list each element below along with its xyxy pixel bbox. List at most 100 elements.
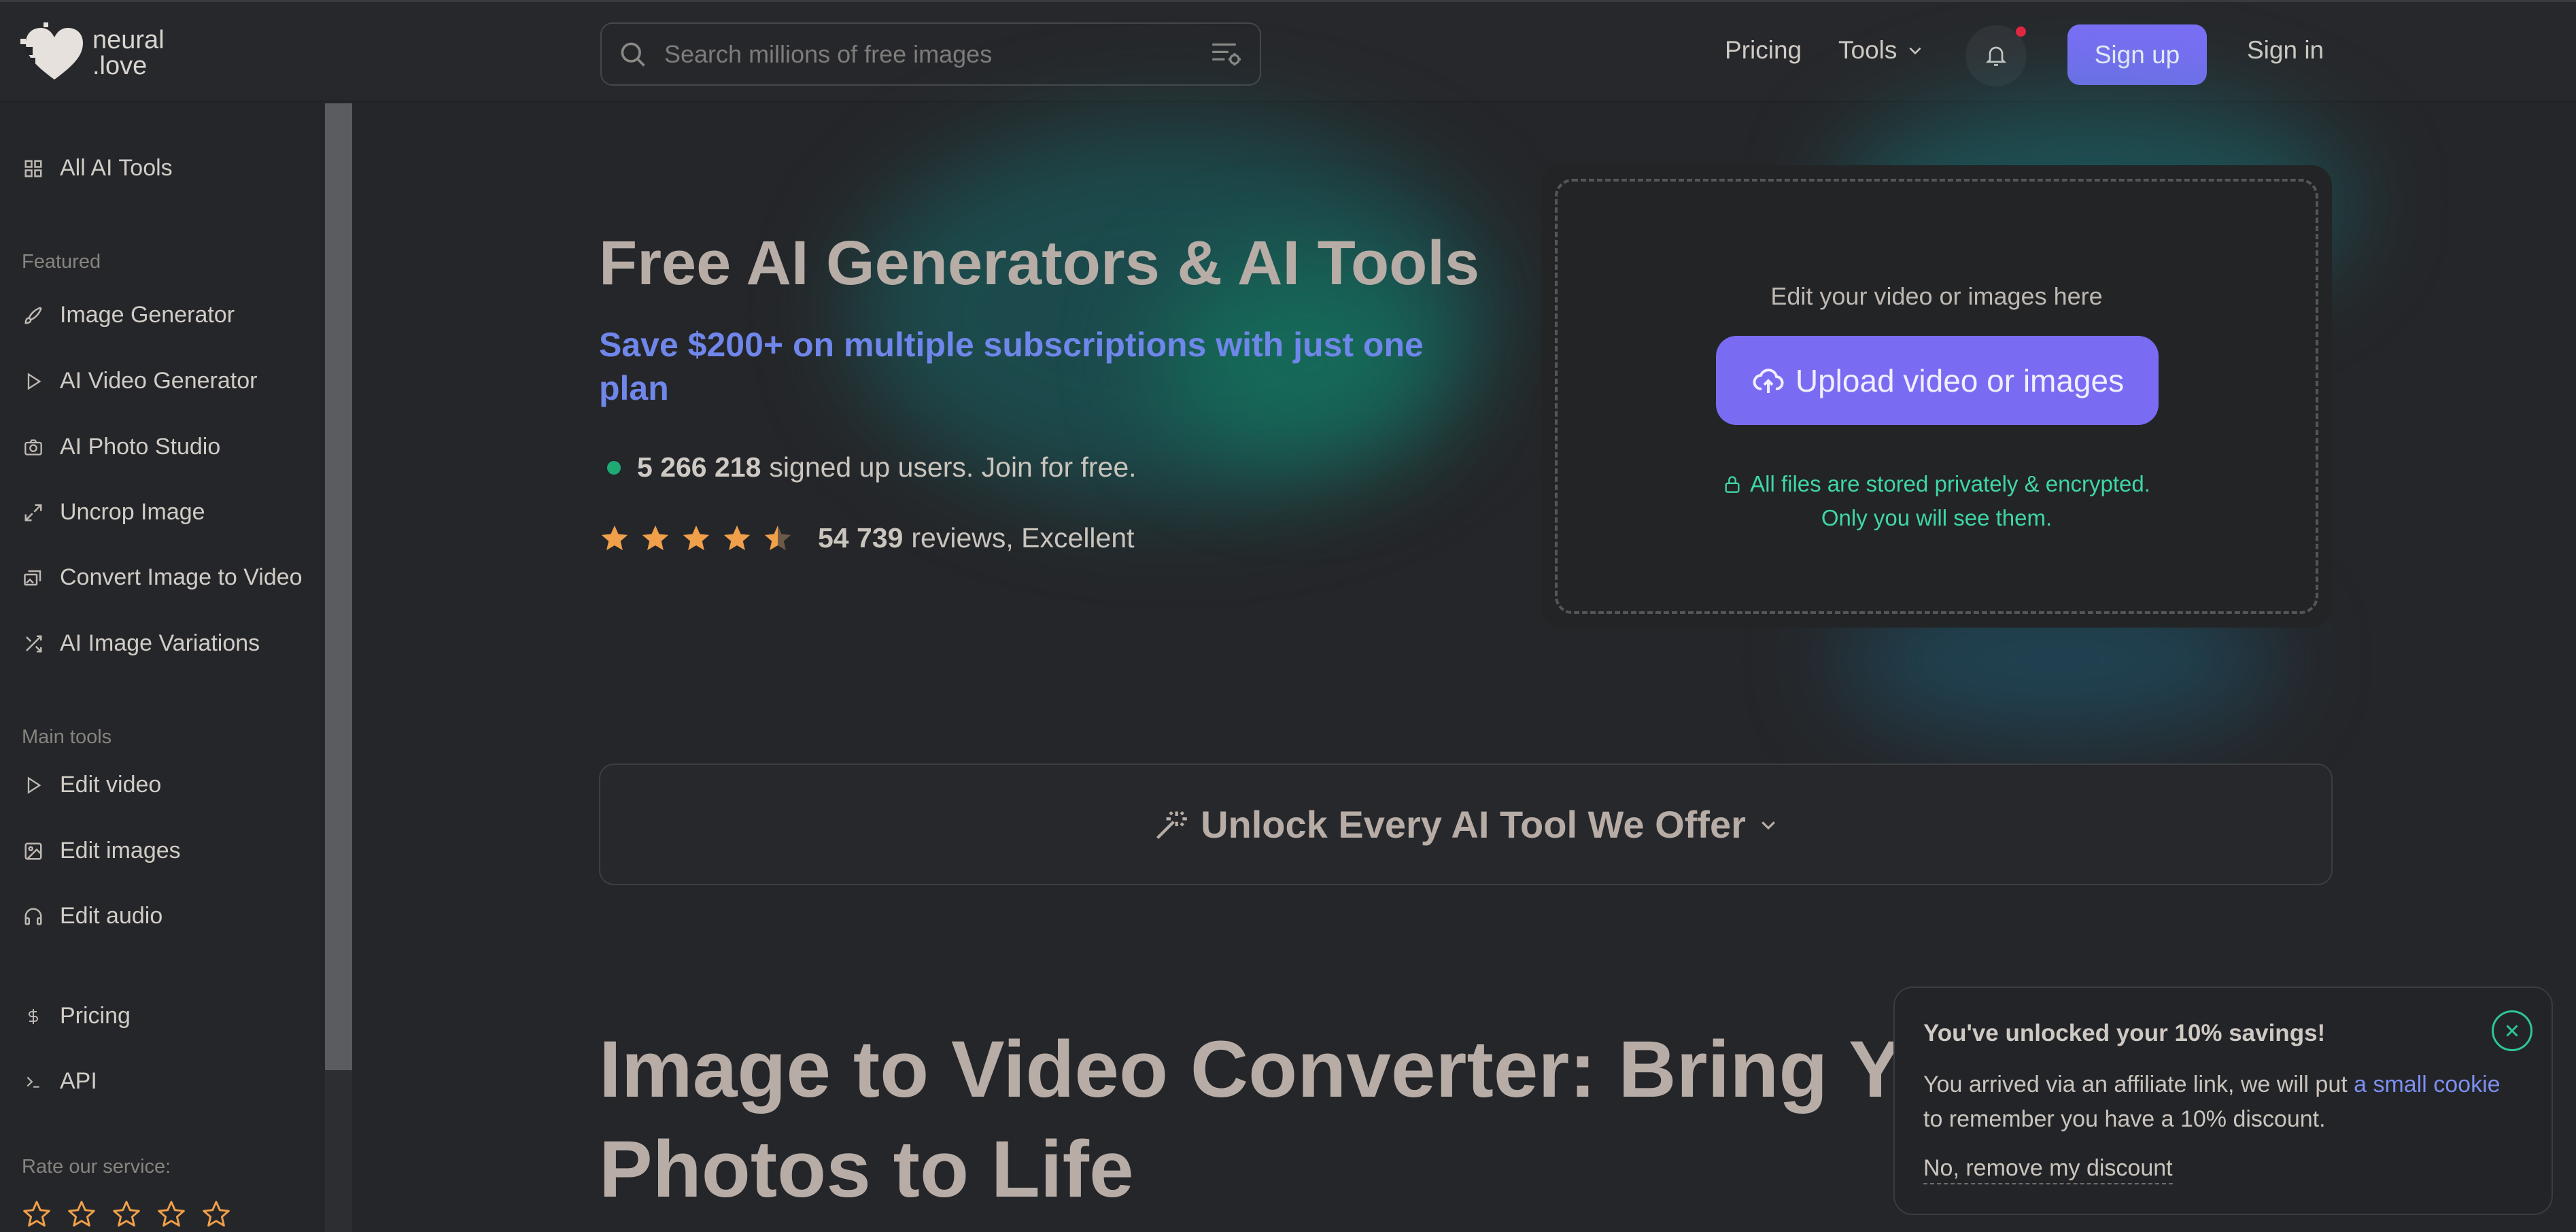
sign-in-link[interactable]: Sign in [2247, 36, 2324, 65]
search-input[interactable] [663, 39, 1211, 69]
sidebar-item-label: All AI Tools [60, 155, 173, 181]
magic-wand-icon [1156, 810, 1187, 839]
sidebar-item-label: Pricing [60, 1003, 131, 1029]
search-filter-icon[interactable] [1211, 41, 1243, 68]
sidebar-item-label: Uncrop Image [60, 499, 205, 525]
sidebar-item-ai-photo-studio[interactable]: AI Photo Studio [22, 434, 220, 460]
nav-pricing-link[interactable]: Pricing [1725, 36, 1802, 65]
sidebar-item-edit-video[interactable]: Edit video [22, 772, 161, 798]
upload-dropzone[interactable]: Edit your video or images here Upload vi… [1555, 179, 2318, 614]
sidebar-item-label: Image Generator [60, 302, 235, 328]
sidebar-item-label: Edit video [60, 772, 162, 798]
logo-word-love: .love [92, 52, 148, 80]
sidebar-item-uncrop-image[interactable]: Uncrop Image [22, 499, 205, 526]
star-icon[interactable] [22, 1199, 52, 1229]
unlock-label: Unlock Every AI Tool We Offer [1201, 803, 1746, 846]
remove-discount-link[interactable]: No, remove my discount [1923, 1155, 2173, 1184]
sidebar-item-label: Edit images [60, 838, 181, 863]
search-box [600, 22, 1261, 86]
sidebar-item-ai-video-generator[interactable]: AI Video Generator [22, 368, 257, 394]
rate-stars [22, 1199, 231, 1229]
star-icon [683, 525, 710, 550]
headphones-icon [24, 908, 42, 925]
sidebar-item-pricing[interactable]: Pricing [22, 1003, 131, 1029]
sidebar-item-label: API [60, 1068, 97, 1094]
star-icon [642, 525, 669, 550]
star-icon [723, 525, 751, 550]
sidebar-item-image-generator[interactable]: Image Generator [22, 302, 235, 328]
upload-button[interactable]: Upload video or images [1716, 336, 2159, 425]
sidebar-item-convert-image-to-video[interactable]: Convert Image to Video [22, 564, 303, 591]
rating-stars [599, 523, 793, 554]
toast-title: You've unlocked your 10% savings! [1923, 1020, 2326, 1046]
upload-card: Edit your video or images here Upload vi… [1541, 165, 2332, 628]
lock-icon [1725, 476, 1740, 493]
top-header: neural .love Pricing Tools Sign up Sign … [0, 2, 2576, 102]
privacy-note: All files are stored privately & encrypt… [1558, 467, 2316, 535]
nav-tools-label: Tools [1838, 36, 1897, 64]
play-icon [27, 776, 41, 794]
logo-word-neural: neural [92, 26, 165, 54]
nav-tools-dropdown[interactable]: Tools [1838, 36, 1924, 65]
sidebar-item-label: AI Video Generator [60, 368, 258, 394]
online-dot [607, 460, 621, 475]
heart-logo-icon [20, 22, 83, 80]
grid-icon [24, 160, 42, 177]
image-video-icon [24, 570, 41, 585]
bell-icon [1985, 46, 2007, 66]
users-count: 5 266 218 [637, 451, 761, 483]
search-icon [621, 42, 645, 67]
sidebar-rate-label: Rate our service: [22, 1156, 171, 1178]
background-glow [850, 122, 1496, 503]
dollar-icon [29, 1008, 38, 1024]
cloud-upload-icon [1753, 368, 1784, 393]
sidebar-item-ai-image-variations[interactable]: AI Image Variations [22, 630, 260, 657]
close-icon [2506, 1025, 2518, 1037]
privacy-line-1: All files are stored privately & encrypt… [1750, 471, 2150, 496]
small-cookie-link[interactable]: a small cookie [2354, 1072, 2500, 1097]
terminal-icon [27, 1076, 39, 1088]
star-icon[interactable] [201, 1199, 231, 1229]
toast-body-text: You arrived via an affiliate link, we wi… [1923, 1072, 2354, 1097]
sidebar-item-label: AI Photo Studio [60, 434, 221, 460]
signed-up-users: 5 266 218 signed up users. Join for free… [599, 451, 1137, 483]
sidebar-section-main-tools: Main tools [22, 726, 112, 748]
discount-toast: You've unlocked your 10% savings! You ar… [1893, 987, 2553, 1215]
sign-up-button[interactable]: Sign up [2067, 24, 2207, 85]
toast-close-button[interactable] [2492, 1010, 2532, 1051]
toast-body-text: to remember you have a 10% discount. [1923, 1106, 2326, 1132]
sidebar-scrollbar-thumb[interactable] [325, 103, 352, 1070]
play-icon [27, 372, 41, 390]
sidebar-section-featured: Featured [22, 251, 101, 273]
sidebar-item-edit-images[interactable]: Edit images [22, 838, 181, 864]
shuffle-icon [26, 635, 42, 652]
star-icon[interactable] [67, 1199, 97, 1229]
hero-subtitle: Save $200+ on multiple subscriptions wit… [599, 326, 1424, 407]
star-icon [601, 525, 628, 550]
image-icon [24, 842, 42, 859]
logo[interactable]: neural .love [20, 22, 165, 84]
unlock-tools-toggle[interactable]: Unlock Every AI Tool We Offer [599, 764, 2333, 885]
reviews-count: 54 739 [818, 522, 904, 553]
hero-title: Free AI Generators & AI Tools [599, 228, 1480, 298]
users-text: signed up users. Join for free. [769, 451, 1137, 483]
sidebar-item-label: Convert Image to Video [60, 564, 303, 590]
brush-icon [24, 306, 42, 324]
star-icon [764, 525, 791, 550]
section-title: Image to Video Converter: Bring Your Pho… [599, 1025, 2026, 1214]
sidebar-item-api[interactable]: API [22, 1068, 97, 1095]
expand-icon [24, 504, 42, 521]
star-icon[interactable] [156, 1199, 186, 1229]
camera-icon [24, 439, 42, 456]
upload-hint: Edit your video or images here [1770, 282, 2103, 310]
sidebar-item-label: AI Image Variations [60, 630, 260, 656]
reviews-text: reviews, Excellent [911, 522, 1135, 553]
sidebar-item-edit-audio[interactable]: Edit audio [22, 903, 162, 929]
upload-button-label: Upload video or images [1795, 362, 2125, 398]
chevron-down-icon [1762, 821, 1775, 829]
sidebar-item-label: Edit audio [60, 903, 163, 929]
sidebar-item-all-ai-tools[interactable]: All AI Tools [22, 155, 173, 182]
star-icon[interactable] [111, 1199, 141, 1229]
chevron-down-icon [1909, 47, 1921, 55]
privacy-line-2: Only you will see them. [1821, 505, 2053, 530]
